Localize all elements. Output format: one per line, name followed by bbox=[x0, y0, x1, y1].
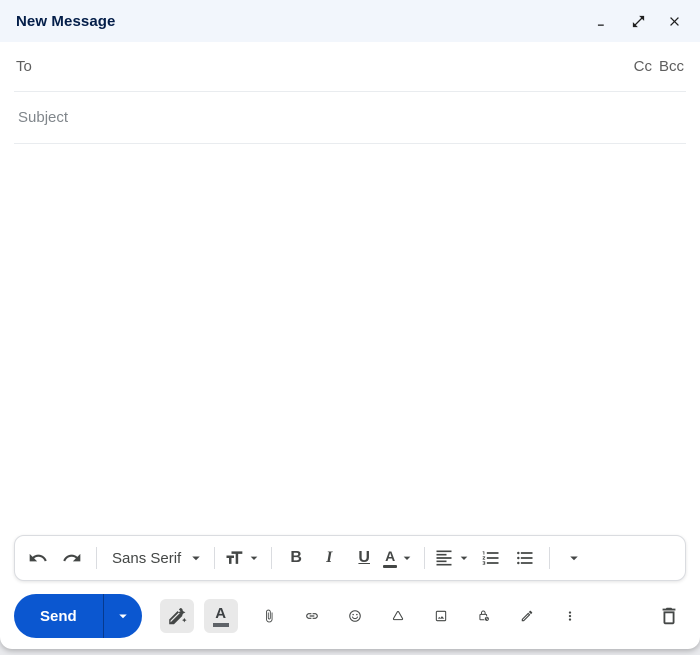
more-formatting-icon[interactable] bbox=[557, 541, 591, 575]
formatting-options-icon[interactable]: A bbox=[203, 599, 238, 633]
bulleted-list-icon[interactable] bbox=[508, 541, 542, 575]
compose-window: New Message To Cc Bcc Subject Sans Serif… bbox=[0, 0, 700, 649]
numbered-list-icon[interactable] bbox=[474, 541, 508, 575]
subject-row bbox=[14, 92, 686, 144]
confidential-mode-icon[interactable] bbox=[471, 599, 497, 633]
insert-emoji-icon[interactable] bbox=[342, 599, 368, 633]
insert-tools bbox=[256, 599, 583, 633]
formatting-toolbar: Sans Serif B I U A bbox=[14, 535, 686, 581]
toolbar-divider bbox=[424, 547, 426, 569]
insert-image-icon[interactable] bbox=[428, 599, 454, 633]
bcc-link[interactable]: Bcc bbox=[659, 58, 684, 75]
align-icon[interactable] bbox=[432, 541, 474, 575]
redo-icon[interactable] bbox=[55, 541, 89, 575]
ccbcc-links: Cc Bcc bbox=[634, 58, 684, 75]
subject-input[interactable] bbox=[16, 108, 684, 127]
compose-tools: A bbox=[159, 599, 238, 633]
titlebar: New Message bbox=[0, 0, 700, 42]
chevron-down-icon bbox=[403, 556, 411, 560]
send-split-button: Send bbox=[14, 594, 142, 638]
toolbar-divider bbox=[214, 547, 216, 569]
font-name-label: Sans Serif bbox=[112, 549, 182, 567]
message-body[interactable] bbox=[16, 144, 684, 535]
insert-link-icon[interactable] bbox=[299, 599, 325, 633]
bottom-action-bar: Send A bbox=[0, 589, 700, 649]
font-size-icon[interactable] bbox=[222, 541, 264, 575]
discard-draft-icon[interactable] bbox=[652, 599, 686, 633]
chevron-down-icon bbox=[250, 556, 258, 560]
to-input[interactable] bbox=[39, 57, 634, 76]
font-family-selector[interactable]: Sans Serif bbox=[104, 541, 207, 575]
pop-out-icon[interactable] bbox=[630, 13, 646, 29]
signature-icon[interactable] bbox=[514, 599, 540, 633]
chevron-down-icon bbox=[192, 556, 200, 561]
undo-icon[interactable] bbox=[21, 541, 55, 575]
send-dropdown-icon[interactable] bbox=[104, 594, 142, 638]
chevron-down-icon bbox=[460, 556, 468, 560]
window-controls bbox=[594, 13, 682, 29]
italic-icon[interactable]: I bbox=[313, 541, 347, 575]
to-label: To bbox=[16, 58, 32, 75]
close-icon[interactable] bbox=[666, 13, 682, 29]
minimize-icon[interactable] bbox=[594, 13, 610, 29]
help-me-write-icon[interactable] bbox=[159, 599, 194, 633]
cc-link[interactable]: Cc bbox=[634, 58, 652, 75]
attach-file-icon[interactable] bbox=[256, 599, 282, 633]
recipients-row[interactable]: To Cc Bcc bbox=[14, 42, 686, 92]
toolbar-divider bbox=[549, 547, 551, 569]
window-title: New Message bbox=[16, 12, 116, 30]
send-button[interactable]: Send bbox=[14, 594, 103, 638]
drive-icon[interactable] bbox=[385, 599, 411, 633]
toolbar-divider bbox=[271, 547, 273, 569]
toolbar-divider bbox=[96, 547, 97, 569]
underline-icon[interactable]: U bbox=[347, 541, 381, 575]
text-color-icon[interactable]: A bbox=[381, 541, 417, 575]
bold-icon[interactable]: B bbox=[279, 541, 313, 575]
more-options-icon[interactable] bbox=[557, 599, 583, 633]
